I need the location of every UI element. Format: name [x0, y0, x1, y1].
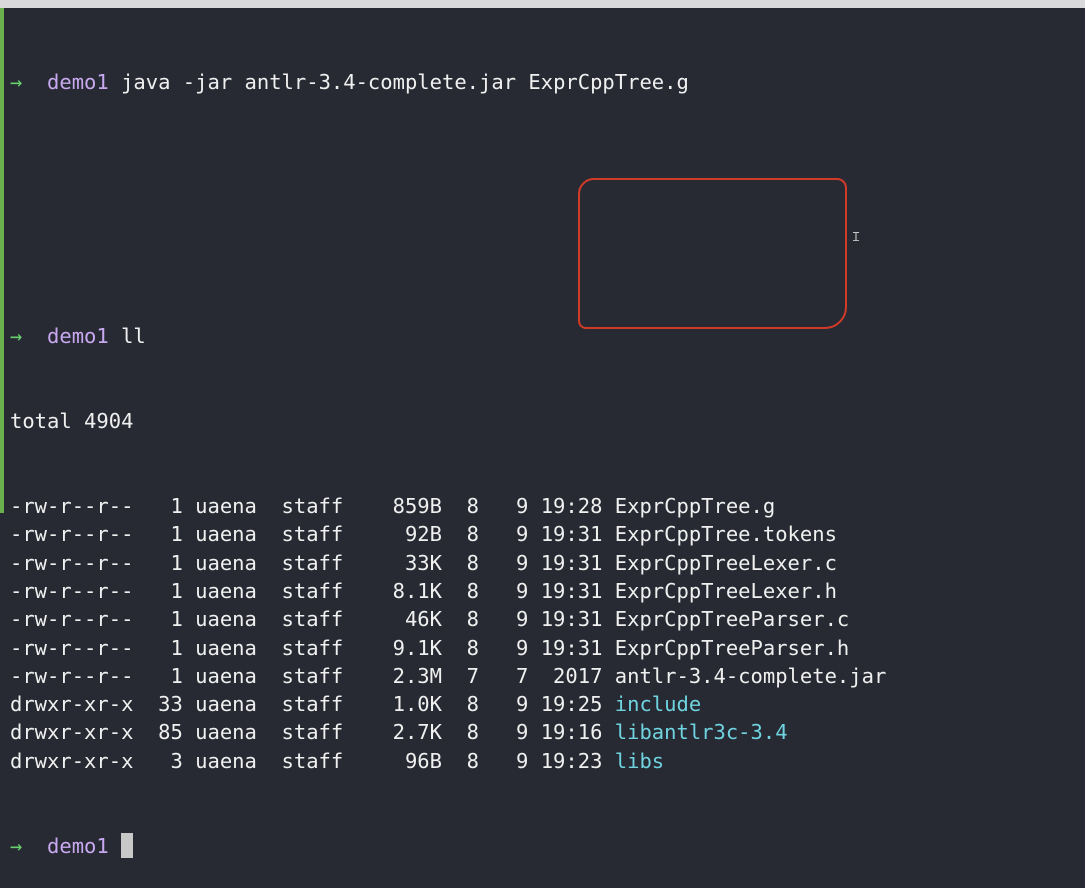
- file-meta: drwxr-xr-x 3 uaena staff 96B 8 9 19:23: [10, 748, 615, 773]
- left-accent-bar: [0, 8, 4, 513]
- file-row: drwxr-xr-x 85 uaena staff 2.7K 8 9 19:16…: [10, 718, 1080, 746]
- file-name[interactable]: ExprCppTree.g: [615, 494, 775, 518]
- ibeam-cursor-icon: Ｉ: [850, 230, 863, 244]
- file-listing: -rw-r--r-- 1 uaena staff 859B 8 9 19:28 …: [10, 492, 1080, 775]
- file-row: -rw-r--r-- 1 uaena staff 33K 8 9 19:31 E…: [10, 549, 1080, 577]
- file-name[interactable]: ExprCppTreeLexer.h: [615, 579, 837, 603]
- window-title-bar: [0, 0, 1085, 8]
- prompt-arrow-icon: →: [10, 69, 23, 94]
- file-name[interactable]: include: [615, 692, 701, 716]
- file-name[interactable]: ExprCppTree.tokens: [615, 522, 837, 546]
- file-meta: -rw-r--r-- 1 uaena staff 92B 8 9 19:31: [10, 522, 615, 547]
- prompt-line-3[interactable]: → demo1: [10, 832, 1080, 860]
- file-name[interactable]: ExprCppTreeParser.h: [615, 636, 850, 660]
- file-name[interactable]: ExprCppTreeLexer.c: [615, 551, 837, 575]
- prompt-dir: demo1: [47, 69, 109, 94]
- command-text: java -jar antlr-3.4-complete.jar ExprCpp…: [121, 69, 689, 94]
- prompt-dir: demo1: [47, 833, 109, 858]
- file-name[interactable]: libs: [615, 749, 664, 773]
- command-text: ll: [121, 324, 146, 349]
- file-name[interactable]: libantlr3c-3.4: [615, 720, 788, 744]
- file-row: -rw-r--r-- 1 uaena staff 2.3M 7 7 2017 a…: [10, 662, 1080, 690]
- file-row: -rw-r--r-- 1 uaena staff 859B 8 9 19:28 …: [10, 492, 1080, 520]
- prompt-dir: demo1: [47, 324, 109, 349]
- file-meta: -rw-r--r-- 1 uaena staff 46K 8 9 19:31: [10, 607, 615, 632]
- file-meta: -rw-r--r-- 1 uaena staff 8.1K 8 9 19:31: [10, 578, 615, 603]
- file-meta: -rw-r--r-- 1 uaena staff 859B 8 9 19:28: [10, 494, 615, 519]
- text-cursor: [121, 832, 134, 858]
- file-meta: -rw-r--r-- 1 uaena staff 2.3M 7 7 2017: [10, 663, 615, 688]
- prompt-line-1: → demo1 java -jar antlr-3.4-complete.jar…: [10, 68, 1080, 96]
- file-meta: -rw-r--r-- 1 uaena staff 9.1K 8 9 19:31: [10, 635, 615, 660]
- file-row: -rw-r--r-- 1 uaena staff 92B 8 9 19:31 E…: [10, 520, 1080, 548]
- file-name[interactable]: ExprCppTreeParser.c: [615, 607, 850, 631]
- total-line: total 4904: [10, 409, 134, 434]
- file-meta: -rw-r--r-- 1 uaena staff 33K 8 9 19:31: [10, 550, 615, 575]
- file-name[interactable]: antlr-3.4-complete.jar: [615, 664, 887, 688]
- prompt-line-2: → demo1 ll: [10, 322, 1080, 350]
- file-meta: drwxr-xr-x 33 uaena staff 1.0K 8 9 19:25: [10, 692, 615, 717]
- terminal-output[interactable]: → demo1 java -jar antlr-3.4-complete.jar…: [10, 11, 1080, 888]
- file-row: -rw-r--r-- 1 uaena staff 8.1K 8 9 19:31 …: [10, 577, 1080, 605]
- file-row: -rw-r--r-- 1 uaena staff 46K 8 9 19:31 E…: [10, 605, 1080, 633]
- prompt-arrow-icon: →: [10, 833, 23, 858]
- prompt-arrow-icon: →: [10, 324, 23, 349]
- file-meta: drwxr-xr-x 85 uaena staff 2.7K 8 9 19:16: [10, 720, 615, 745]
- file-row: drwxr-xr-x 3 uaena staff 96B 8 9 19:23 l…: [10, 747, 1080, 775]
- file-row: -rw-r--r-- 1 uaena staff 9.1K 8 9 19:31 …: [10, 634, 1080, 662]
- file-row: drwxr-xr-x 33 uaena staff 1.0K 8 9 19:25…: [10, 690, 1080, 718]
